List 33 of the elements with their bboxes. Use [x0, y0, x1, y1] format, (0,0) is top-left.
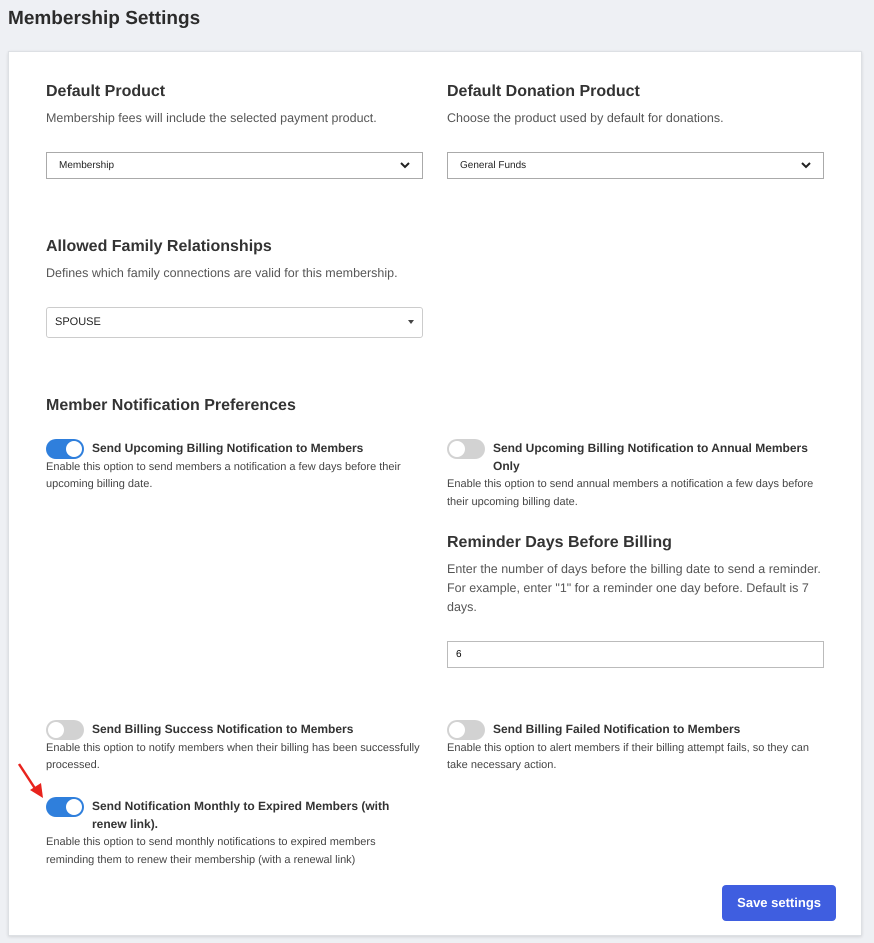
number-field[interactable]: 6	[447, 640, 824, 668]
page-title: Membership Settings	[7, 7, 202, 31]
toggle-label: Send Notification Monthly to Expired Members (with renew link).	[92, 798, 390, 834]
toggle-label: Send Upcoming Billing Notification to Members	[92, 440, 364, 457]
caret-icon	[408, 320, 414, 324]
chevron-down-icon	[801, 162, 811, 169]
toggle-description: Enable this option to send annual members a notification a few days before their upcoming billing date.	[447, 477, 814, 510]
toggle-label: Send Billing Failed Notification to Members	[493, 720, 740, 738]
toggle-label: Send Billing Success Notification to Members	[92, 720, 354, 738]
toggle-description: Enable this option to send monthly notifications to expired members reminding them to renew their membership (with a renewal link)	[46, 835, 377, 868]
section-description: Membership fees will include the selected payment product.	[46, 110, 378, 127]
toggle-description: Enable this option to notify members when their billing has been successfully processed.	[46, 740, 421, 774]
toggle-description: Enable this option to alert members if their billing attempt fails, so they can take necessary action.	[447, 740, 810, 774]
toggle-switch[interactable]	[46, 720, 84, 740]
select-field[interactable]: Membership	[46, 152, 423, 179]
section-heading: Reminder Days Before Billing	[447, 533, 673, 552]
chevron-down-icon	[400, 162, 410, 169]
toggle-switch[interactable]	[46, 796, 84, 817]
section-description: Enter the number of days before the billing date to send a reminder. For example, enter "1" for a reminder one day before. Default is 7 days.	[447, 561, 822, 616]
section-heading: Default Product	[46, 82, 166, 101]
select-field[interactable]: General Funds	[447, 152, 824, 179]
toggle-label: Send Upcoming Billing Notification to Annual Members Only	[493, 440, 809, 476]
section-description: Defines which family connections are valid for this membership.	[46, 264, 399, 282]
select-field[interactable]: SPOUSE	[46, 306, 423, 338]
section-heading: Allowed Family Relationships	[46, 236, 273, 256]
toggle-switch[interactable]	[447, 720, 485, 740]
section-heading: Default Donation Product	[447, 82, 641, 101]
toggle-switch[interactable]	[447, 438, 485, 459]
section-description: Choose the product used by default for donations.	[447, 110, 725, 127]
section-heading: Member Notification Preferences	[46, 396, 297, 415]
save-button[interactable]: Save settings	[722, 885, 836, 921]
toggle-switch[interactable]	[46, 438, 84, 459]
toggle-description: Enable this option to send members a notification a few days before their upcoming billing date.	[46, 460, 402, 492]
